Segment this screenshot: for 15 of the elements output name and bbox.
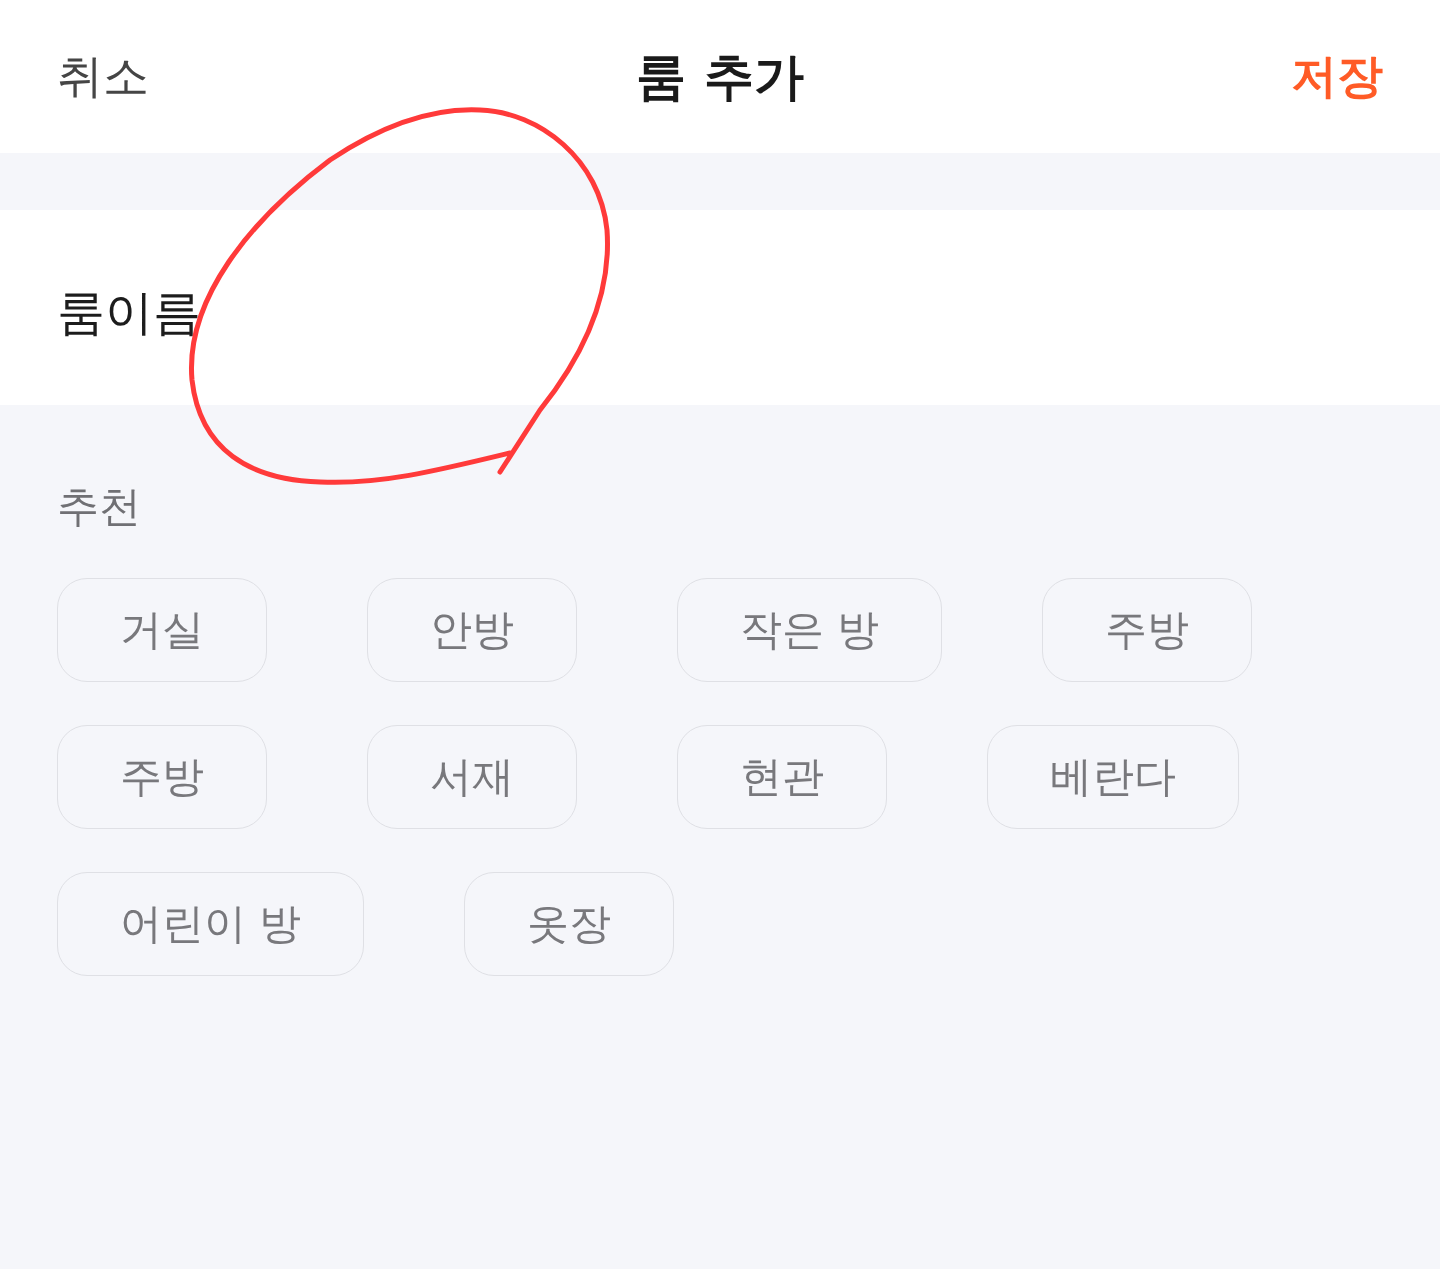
suggestion-chip[interactable]: 서재 bbox=[367, 725, 577, 829]
suggestion-chip[interactable]: 베란다 bbox=[987, 725, 1239, 829]
suggestion-chip[interactable]: 현관 bbox=[677, 725, 887, 829]
page-title: 룸 추가 bbox=[636, 46, 804, 107]
suggestion-chip[interactable]: 어린이 방 bbox=[57, 872, 365, 976]
suggestion-chip[interactable]: 주방 bbox=[1042, 578, 1253, 682]
save-button[interactable]: 저장 bbox=[1291, 48, 1383, 105]
suggestion-chip[interactable]: 안방 bbox=[367, 578, 577, 682]
suggestion-chip[interactable]: 작은 방 bbox=[677, 578, 943, 682]
suggestions-heading: 추천 bbox=[57, 481, 141, 533]
suggestion-chip[interactable]: 옷장 bbox=[464, 872, 675, 976]
suggestion-chip[interactable]: 거실 bbox=[57, 578, 267, 682]
room-name-label: 룸이름 bbox=[57, 282, 201, 342]
suggestion-chip[interactable]: 주방 bbox=[57, 725, 267, 829]
cancel-button[interactable]: 취소 bbox=[57, 48, 149, 105]
